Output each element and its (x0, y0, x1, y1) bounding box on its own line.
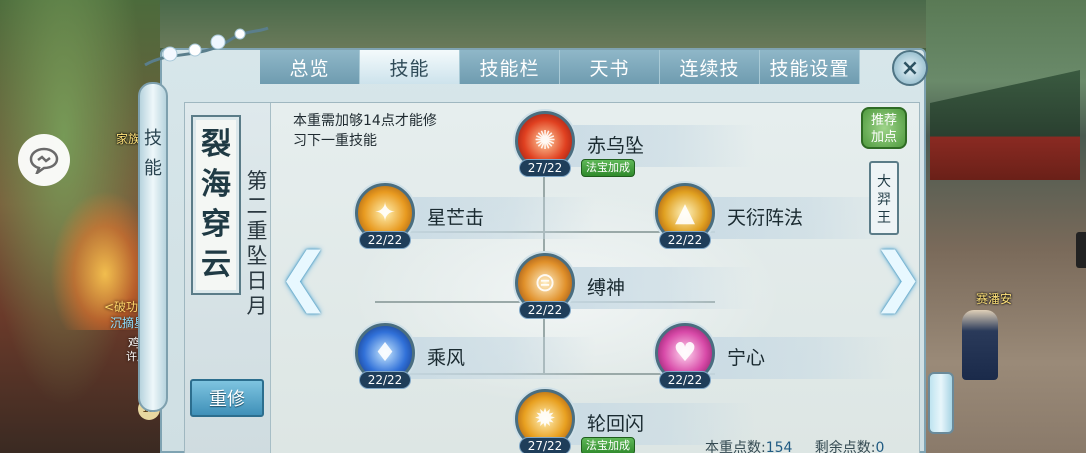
lantern-decoration (928, 372, 954, 434)
game-world-left (0, 0, 160, 453)
recommend-label: 加点 (870, 130, 897, 145)
skill-node[interactable]: ♦ 乘风 22/22 (355, 323, 595, 393)
skill-node[interactable]: ✺ 赤乌坠 27/22 法宝加成 (515, 111, 755, 181)
skill-level: 22/22 (519, 301, 571, 319)
vertical-scroll-skill: 技 能 (138, 82, 168, 412)
treasure-bonus-badge: 法宝加成 (581, 437, 635, 453)
skill-level: 22/22 (659, 371, 711, 389)
chat-icon (29, 147, 59, 174)
sect-char: 王 (877, 210, 891, 226)
sect-char: 羿 (877, 192, 891, 208)
subtitle-char: 坠 (246, 244, 268, 268)
skill-name: 宁心 (727, 347, 766, 369)
skill-name: 乘风 (427, 347, 466, 369)
skill-node[interactable]: ✦ 星芒击 22/22 (355, 183, 595, 253)
tier-sidebar: 裂 海 穿 云 第 二 重 坠 日 月 重修 (185, 103, 271, 453)
subtitle-char: 第 (246, 169, 268, 193)
close-button[interactable]: × (892, 50, 928, 86)
tab-bar: 总览 技能 技能栏 天书 连续技 技能设置 (260, 50, 860, 84)
skill-level: 22/22 (659, 231, 711, 249)
skill-school-title: 裂 海 穿 云 (191, 115, 241, 295)
next-tier-arrow-icon[interactable]: ❯ (871, 245, 925, 309)
skill-level: 22/22 (359, 371, 411, 389)
game-world-top (160, 0, 930, 48)
recommend-label: 推荐 (870, 113, 897, 128)
recommend-points-button[interactable]: 推荐 加点 (861, 107, 907, 149)
scroll-char: 能 (144, 158, 162, 179)
skill-level: 27/22 (519, 159, 571, 177)
blossom-ornament-icon (144, 26, 269, 67)
skill-bar (385, 197, 595, 239)
skill-name: 轮回闪 (587, 413, 645, 435)
family-label: 家族 (116, 132, 141, 146)
title-char: 穿 (201, 207, 231, 242)
skill-node[interactable]: ▲ 天衍阵法 22/22 (655, 183, 895, 253)
skill-name: 天衍阵法 (727, 207, 804, 229)
skill-level: 22/22 (359, 231, 411, 249)
tab-overview[interactable]: 总览 (260, 50, 360, 84)
skill-node[interactable]: ♥ 宁心 22/22 (655, 323, 895, 393)
npc-name-label: 赛潘安 (976, 292, 1013, 306)
skill-panel: 技 能 总览 技能 技能栏 天书 连续技 技能设置 × 裂 海 穿 云 第 二 … (138, 26, 928, 453)
tier-requirement-hint: 本重需加够14点才能修习下一重技能 (293, 113, 437, 149)
skill-tree-area: 裂 海 穿 云 第 二 重 坠 日 月 重修 ❮ ❯ 本重需加够14点才能修习下… (184, 102, 925, 453)
skill-name: 星芒击 (427, 207, 485, 229)
sect-tag[interactable]: 大 羿 王 (869, 161, 899, 235)
title-char: 海 (201, 167, 231, 202)
retrain-button[interactable]: 重修 (190, 379, 264, 417)
npc-character[interactable] (962, 310, 998, 380)
tab-heavenly-book[interactable]: 天书 (560, 50, 660, 84)
skill-name: 赤乌坠 (587, 135, 645, 157)
skill-level: 27/22 (519, 437, 571, 453)
title-char: 裂 (201, 127, 231, 162)
tab-skills[interactable]: 技能 (360, 50, 460, 84)
subtitle-char: 日 (246, 269, 268, 293)
treasure-bonus-badge: 法宝加成 (581, 159, 635, 177)
current-points-value: 154 (765, 440, 793, 453)
points-summary: 本重点数:154 剩余点数:0 (705, 437, 884, 453)
subtitle-char: 重 (246, 219, 268, 243)
side-edge-tab[interactable] (1076, 232, 1086, 268)
skill-name: 缚神 (587, 277, 626, 299)
skill-bar (545, 125, 755, 167)
title-char: 云 (201, 247, 231, 282)
skill-bar (385, 337, 595, 379)
prev-tier-arrow-icon[interactable]: ❮ (277, 245, 331, 309)
tab-combo-skills[interactable]: 连续技 (660, 50, 760, 84)
subtitle-char: 二 (246, 194, 268, 218)
remaining-points-label: 剩余点数: (814, 440, 876, 453)
subtitle-char: 月 (246, 294, 268, 318)
skill-bar (545, 267, 755, 309)
skill-bar (685, 337, 895, 379)
current-points-label: 本重点数: (705, 440, 766, 453)
tab-skill-bar[interactable]: 技能栏 (460, 50, 560, 84)
tab-skill-settings[interactable]: 技能设置 (760, 50, 860, 84)
tier-subtitle: 第 二 重 坠 日 月 (243, 169, 271, 319)
chat-bubble-button[interactable] (18, 134, 70, 186)
skill-node[interactable]: ⊜ 缚神 22/22 (515, 253, 755, 323)
scroll-char: 技 (144, 128, 162, 149)
remaining-points-value: 0 (875, 440, 885, 453)
sect-char: 大 (877, 174, 891, 190)
